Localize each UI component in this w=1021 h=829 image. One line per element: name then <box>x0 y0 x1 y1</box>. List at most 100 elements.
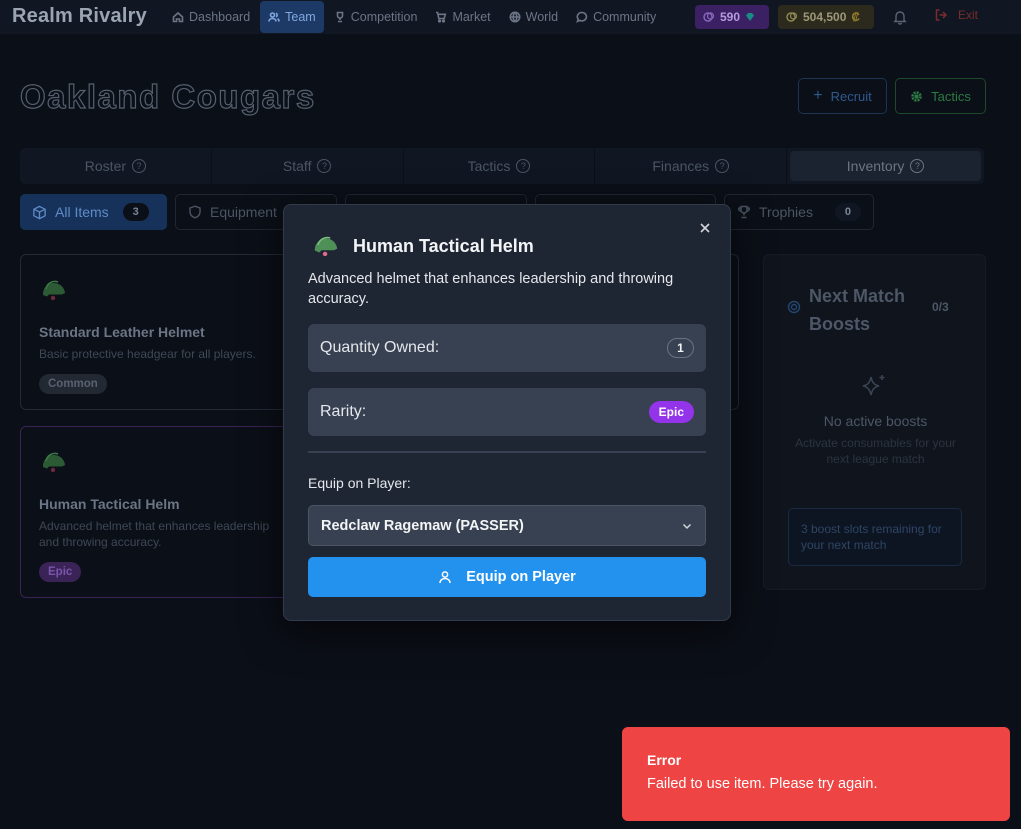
filter-all-items[interactable]: All Items 3 <box>20 194 167 230</box>
exit-label: Exit <box>958 8 979 22</box>
shield-icon <box>189 205 201 219</box>
tactics-button[interactable]: Tactics <box>895 78 986 114</box>
help-icon[interactable]: ? <box>910 159 925 173</box>
trophy-icon <box>738 205 750 219</box>
rarity-label: Rarity: <box>320 403 367 420</box>
recruit-label: Recruit <box>830 88 872 104</box>
boosts-count: 0/3 <box>932 300 949 314</box>
globe-icon <box>509 11 521 23</box>
modal-description: Advanced helmet that enhances leadership… <box>308 271 674 307</box>
item-name: Human Tactical Helm <box>39 496 180 512</box>
gold-balance[interactable]: 504,500 ₡ <box>778 5 874 29</box>
filter-label: Equipment <box>210 204 277 220</box>
target-icon <box>787 300 801 314</box>
toast-title: Error <box>647 752 682 768</box>
top-navbar: Realm Rivalry Dashboard Team Competition… <box>0 0 1021 34</box>
toast-message: Failed to use item. Please try again. <box>647 776 878 792</box>
gem-icon <box>746 13 755 21</box>
quantity-badge: 1 <box>667 338 694 358</box>
gold-amount: 504,500 <box>803 10 847 24</box>
team-tabs: Roster? Staff? Tactics? Finances? Invent… <box>20 148 984 184</box>
nav-label: World <box>525 10 559 24</box>
nav-dashboard[interactable]: Dashboard <box>164 1 258 33</box>
chevron-down-icon <box>682 523 692 529</box>
main-nav: Dashboard Team Competition Market World … <box>164 1 664 33</box>
tab-label: Staff <box>282 158 312 174</box>
tab-label: Tactics <box>467 158 511 174</box>
no-boosts-title: No active boosts <box>823 413 928 429</box>
exit-button[interactable]: Exit <box>934 8 978 22</box>
tab-label: Roster <box>84 158 127 174</box>
plus-icon: + <box>813 87 823 104</box>
rarity-badge: Epic <box>39 562 82 582</box>
gems-balance[interactable]: 590 <box>695 5 769 29</box>
brand-logo[interactable]: Realm Rivalry <box>12 5 147 28</box>
help-icon[interactable]: ? <box>516 159 531 173</box>
trophy-icon <box>336 11 344 23</box>
users-icon <box>268 12 280 22</box>
helmet-icon <box>42 452 65 473</box>
next-match-boosts-panel: Next Match Boosts 0/3 No active boosts A… <box>763 254 986 590</box>
tab-roster[interactable]: Roster? <box>20 148 212 184</box>
tab-staff[interactable]: Staff? <box>212 148 404 184</box>
count-badge: 3 <box>122 203 149 221</box>
filter-trophies[interactable]: Trophies 0 <box>724 194 874 230</box>
credit-symbol-icon: ₡ <box>851 10 861 24</box>
box-icon <box>33 205 46 219</box>
quantity-label: Quantity Owned: <box>320 339 440 356</box>
nav-market[interactable]: Market <box>427 1 498 33</box>
player-select[interactable]: Redclaw Ragemaw (PASSER) <box>308 505 706 546</box>
tab-label: Finances <box>652 158 710 174</box>
rarity-badge: Common <box>39 374 107 394</box>
home-icon <box>172 11 184 23</box>
help-icon[interactable]: ? <box>317 159 332 173</box>
nav-label: Community <box>593 10 657 24</box>
item-card[interactable]: Standard Leather Helmet Basic protective… <box>20 254 310 410</box>
bell-icon[interactable] <box>892 9 908 25</box>
helmet-icon <box>314 236 338 257</box>
selected-player: Redclaw Ragemaw (PASSER) <box>321 517 524 534</box>
count-badge: 0 <box>834 203 861 221</box>
boosts-title: Next Match Boosts <box>809 286 906 334</box>
equip-button-label: Equip on Player <box>466 569 576 585</box>
item-description: Advanced helmet that enhances leadership… <box>39 519 270 549</box>
help-icon[interactable]: ? <box>715 159 730 173</box>
nav-label: Dashboard <box>189 10 251 24</box>
tab-inventory[interactable]: Inventory? <box>790 151 981 181</box>
gem-coin-icon <box>703 12 715 22</box>
team-name-title: Oakland Cougars <box>19 77 316 115</box>
close-icon[interactable] <box>698 221 712 235</box>
rarity-row: Rarity: Epic <box>308 388 706 436</box>
tactics-label: Tactics <box>931 88 971 104</box>
quantity-row: Quantity Owned: 1 <box>308 324 706 372</box>
rarity-badge: Epic <box>648 401 694 423</box>
chat-icon <box>576 11 588 23</box>
nav-community[interactable]: Community <box>568 1 664 33</box>
tab-tactics[interactable]: Tactics? <box>404 148 596 184</box>
error-toast[interactable]: Error Failed to use item. Please try aga… <box>622 727 1010 821</box>
nav-team[interactable]: Team <box>260 1 324 33</box>
sparkles-icon <box>862 375 885 396</box>
divider <box>308 451 706 453</box>
nav-competition[interactable]: Competition <box>326 1 426 33</box>
coins-icon <box>786 12 798 22</box>
user-icon <box>439 571 451 584</box>
tab-finances[interactable]: Finances? <box>595 148 788 184</box>
help-icon[interactable]: ? <box>132 159 147 173</box>
gems-amount: 590 <box>720 10 741 24</box>
cart-icon <box>436 11 447 23</box>
filter-label: Trophies <box>759 204 813 220</box>
equip-player-label: Equip on Player: <box>308 475 411 491</box>
equip-on-player-button[interactable]: Equip on Player <box>308 557 706 597</box>
gear-icon <box>911 90 922 102</box>
no-boosts-hint: Activate consumables for your next leagu… <box>795 436 956 466</box>
item-card[interactable]: Human Tactical Helm Advanced helmet that… <box>20 426 310 598</box>
nav-world[interactable]: World <box>501 1 566 33</box>
boost-slots-info: 3 boost slots remaining for your next ma… <box>788 508 962 566</box>
nav-label: Competition <box>350 10 418 24</box>
logout-icon <box>935 9 948 21</box>
helmet-icon <box>42 280 65 301</box>
modal-title: Human Tactical Helm <box>353 236 534 256</box>
recruit-button[interactable]: + Recruit <box>798 78 887 114</box>
tab-label: Inventory <box>846 158 905 174</box>
